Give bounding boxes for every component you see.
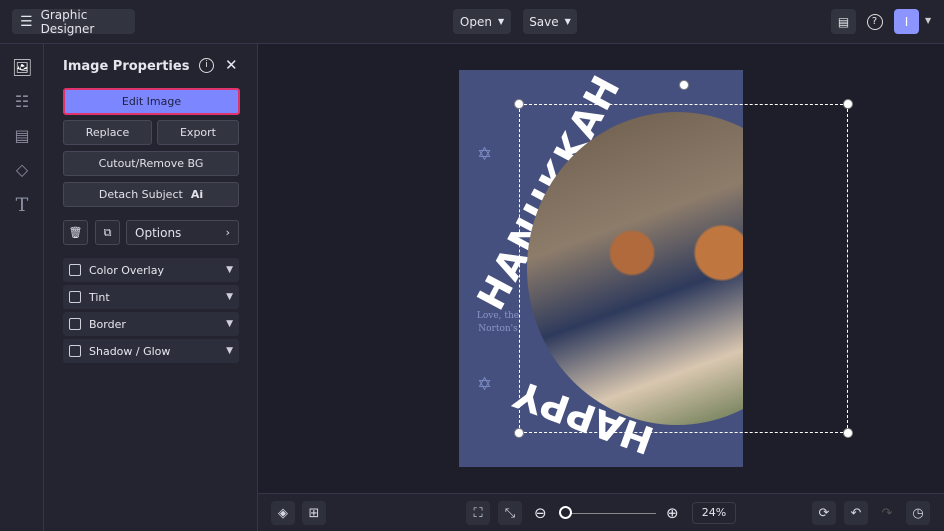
chevron-down-icon: ▼ <box>497 17 505 26</box>
tint-section[interactable]: Tint ▼ <box>63 285 239 309</box>
rotate-handle[interactable] <box>679 80 689 90</box>
chevron-down-icon: ▼ <box>226 319 233 329</box>
expand-icon: ⛶ <box>473 505 483 521</box>
checkbox[interactable] <box>69 345 81 357</box>
text-icon[interactable]: T <box>12 194 32 216</box>
tool-rail: 🖼 ☷ ▤ ◇ T <box>0 44 44 531</box>
resize-handle[interactable] <box>514 428 524 438</box>
save-button[interactable]: Save ▼ <box>523 9 577 34</box>
help-icon: ? <box>866 13 883 30</box>
shrink-icon: ⤡ <box>504 505 516 521</box>
app-title: Graphic Designer <box>40 7 95 36</box>
resize-handle[interactable] <box>843 99 853 109</box>
edit-image-button[interactable]: Edit Image <box>63 88 240 115</box>
checkbox[interactable] <box>69 264 81 276</box>
zoom-out-icon[interactable]: ⊖ <box>534 504 547 522</box>
help-button[interactable]: ? <box>862 9 887 34</box>
info-icon[interactable]: i <box>199 58 214 73</box>
detach-label: Detach Subject <box>98 188 183 201</box>
cutout-remove-bg-button[interactable]: Cutout/Remove BG <box>63 151 239 176</box>
undo-icon: ↶ <box>850 505 862 521</box>
ai-badge: Ai <box>190 188 204 201</box>
save-label: Save <box>529 14 559 29</box>
history-button[interactable]: ◷ <box>906 501 930 525</box>
checkbox[interactable] <box>69 291 81 303</box>
zoom-in-icon[interactable]: ⊕ <box>666 504 679 522</box>
image-icon[interactable]: 🖼 <box>12 58 32 78</box>
star-icon: ✡ <box>477 144 493 165</box>
section-label: Color Overlay <box>89 263 164 277</box>
zoom-slider[interactable] <box>560 513 656 514</box>
avatar-initial: I <box>904 14 909 29</box>
border-section[interactable]: Border ▼ <box>63 312 239 336</box>
sync-icon: ⟳ <box>818 505 830 521</box>
resize-handle[interactable] <box>514 99 524 109</box>
sync-button[interactable]: ⟳ <box>812 501 836 525</box>
shrink-button[interactable]: ⤡ <box>498 501 522 525</box>
section-label: Tint <box>89 290 110 304</box>
comments-button[interactable]: ▤ <box>831 9 856 34</box>
top-bar: ☰ Graphic Designer Open ▼ Save ▼ ▤ ? I ▼ <box>0 0 944 44</box>
chevron-right-icon: › <box>225 226 230 239</box>
section-label: Border <box>89 317 126 331</box>
zoom-level[interactable]: 24% <box>692 502 736 524</box>
panel-title: Image Properties <box>63 59 190 74</box>
grid-button[interactable]: ⊞ <box>302 501 326 525</box>
checkbox[interactable] <box>69 318 81 330</box>
section-label: Shadow / Glow <box>89 344 171 358</box>
open-button[interactable]: Open ▼ <box>453 9 511 34</box>
hamburger-icon: ☰ <box>20 13 33 30</box>
delete-button[interactable]: 🗑 <box>63 220 88 245</box>
duplicate-icon: ⧉ <box>103 225 112 239</box>
replace-button[interactable]: Replace <box>63 120 152 145</box>
redo-icon: ↷ <box>881 505 893 521</box>
layout-icon[interactable]: ▤ <box>12 126 32 146</box>
chevron-down-icon: ▼ <box>226 265 233 275</box>
shapes-icon[interactable]: ◇ <box>12 160 32 180</box>
chevron-down-icon: ▼ <box>925 16 932 25</box>
layers-icon: ◈ <box>278 505 288 521</box>
fit-screen-button[interactable]: ⛶ <box>466 501 490 525</box>
redo-button[interactable]: ↷ <box>875 501 899 525</box>
color-overlay-section[interactable]: Color Overlay ▼ <box>63 258 239 282</box>
resize-handle[interactable] <box>843 428 853 438</box>
close-icon[interactable]: ✕ <box>225 56 238 74</box>
undo-button[interactable]: ↶ <box>844 501 868 525</box>
signature-text: Love, the Norton's <box>476 311 520 334</box>
options-label: Options <box>135 225 182 240</box>
comment-icon: ▤ <box>837 14 850 29</box>
shadow-glow-section[interactable]: Shadow / Glow ▼ <box>63 339 239 363</box>
layers-button[interactable]: ◈ <box>271 501 295 525</box>
trash-icon: 🗑 <box>68 226 83 239</box>
zoom-slider-thumb[interactable] <box>559 506 572 519</box>
options-button[interactable]: Options › <box>126 220 239 245</box>
bottom-toolbar: ◈ ⊞ ⛶ ⤡ ⊖ ⊕ 24% ⟳ ↶ ↷ ◷ <box>258 493 944 531</box>
star-icon: ✡ <box>477 374 493 395</box>
selection-box[interactable] <box>519 104 848 433</box>
image-properties-panel: Image Properties i ✕ Edit Image Replace … <box>44 44 258 531</box>
chevron-down-icon: ▼ <box>226 346 233 356</box>
menu-button[interactable]: ☰ Graphic Designer <box>12 7 135 36</box>
chevron-down-icon: ▼ <box>564 17 571 26</box>
adjust-sliders-icon[interactable]: ☷ <box>12 92 32 112</box>
chevron-down-icon: ▼ <box>226 292 233 302</box>
detach-subject-button[interactable]: Detach Subject Ai <box>63 182 239 207</box>
grid-icon: ⊞ <box>308 505 320 521</box>
export-button[interactable]: Export <box>157 120 239 145</box>
avatar[interactable]: I <box>894 9 919 34</box>
duplicate-button[interactable]: ⧉ <box>95 220 120 245</box>
history-icon: ◷ <box>912 505 924 521</box>
open-label: Open <box>459 14 492 29</box>
